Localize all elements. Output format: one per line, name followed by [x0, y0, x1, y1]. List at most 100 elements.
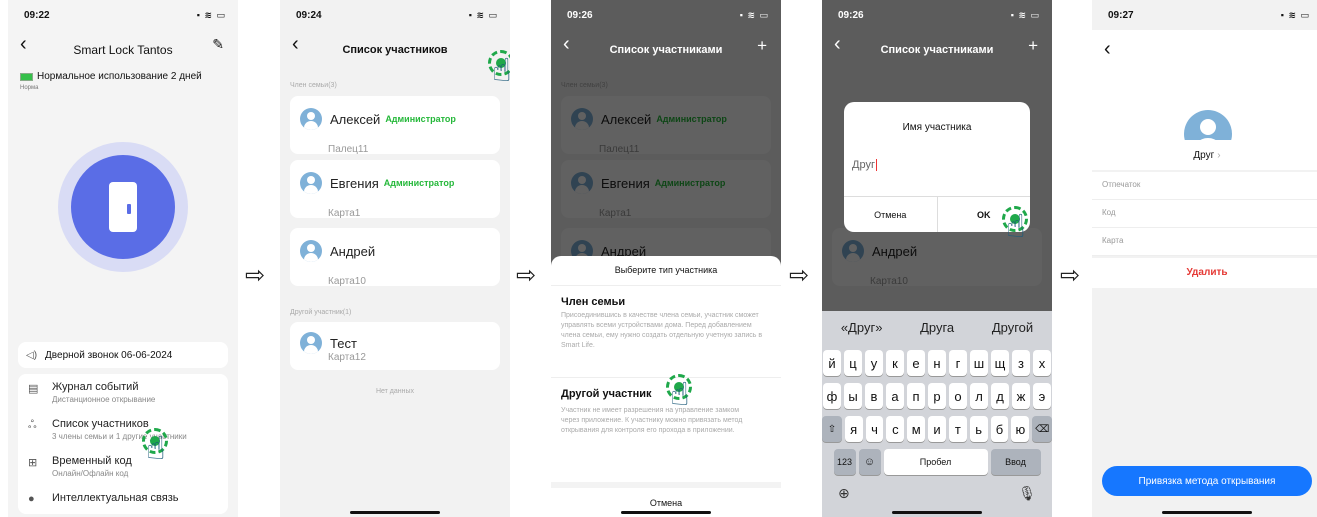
menu-item-smart-link[interactable]: ● Интеллектуальная связь: [18, 485, 228, 512]
option-family-member[interactable]: Член семьи Присоединившись в качестве чл…: [551, 286, 781, 378]
member-card[interactable]: Алексей Администратор Палец11: [290, 96, 500, 155]
key[interactable]: з: [1012, 350, 1030, 376]
member-name-input[interactable]: Друг: [852, 155, 1022, 175]
microphone-icon[interactable]: 🎙: [1018, 485, 1036, 502]
arrow-icon: ⇨: [516, 262, 537, 289]
key[interactable]: й: [823, 350, 841, 376]
edit-icon[interactable]: ✎: [212, 36, 224, 53]
key[interactable]: п: [907, 383, 925, 409]
member-card[interactable]: Андрей Карта10: [290, 228, 500, 287]
key[interactable]: э: [1033, 383, 1051, 409]
backspace-key-icon[interactable]: ⌫: [1032, 416, 1052, 442]
keyboard: «Друг» Друга Другой йцукенгшщзх фывапрол…: [822, 311, 1052, 517]
menu-item-title: Журнал событий: [52, 381, 139, 393]
suggestion-bar: «Друг» Друга Другой: [822, 311, 1052, 343]
page-title: Список участниками: [609, 44, 723, 56]
key[interactable]: м: [907, 416, 926, 442]
member-name: Друг: [1193, 149, 1215, 161]
key[interactable]: о: [949, 383, 967, 409]
smart-link-icon: ●: [28, 493, 35, 505]
suggestion[interactable]: Друга: [920, 320, 954, 335]
cancel-button[interactable]: Отмена: [844, 197, 938, 232]
key[interactable]: в: [865, 383, 883, 409]
screen-member-name-dialog: 09:26 ▪ ≋ ▭ ‹ Список участниками + Андре…: [822, 0, 1052, 517]
status-bar: 09:22 ▪ ≋ ▭: [8, 0, 238, 30]
status-icons: ▪ ≋ ▭: [739, 9, 769, 20]
member-sub: Карта12: [328, 352, 366, 363]
key[interactable]: т: [948, 416, 967, 442]
key[interactable]: с: [886, 416, 905, 442]
doorbell-text: Дверной звонок 06-06-2024: [45, 349, 173, 361]
member-name-row[interactable]: Друг ›: [1092, 140, 1317, 170]
key[interactable]: щ: [991, 350, 1009, 376]
lock-button[interactable]: [58, 142, 188, 272]
key[interactable]: ы: [844, 383, 862, 409]
temp-code-icon: ⊞: [28, 457, 38, 469]
status-bar: 09:27 ▪ ≋ ▭: [1092, 0, 1317, 30]
key[interactable]: ь: [969, 416, 988, 442]
text-cursor: [875, 159, 877, 171]
numbers-key[interactable]: 123: [833, 449, 856, 475]
member-card[interactable]: Евгения Администратор Карта1: [290, 160, 500, 219]
key[interactable]: д: [991, 383, 1009, 409]
chevron-right-icon: ›: [1217, 149, 1221, 161]
avatar: [300, 172, 322, 194]
battery-status: Нормальное использование 2 дней: [20, 71, 202, 82]
key[interactable]: х: [1033, 350, 1051, 376]
screen-member-detail: 09:27 ▪ ≋ ▭ ‹ Друг › Отпечаток Код Карта …: [1092, 0, 1317, 517]
method-card[interactable]: Карта: [1092, 228, 1317, 256]
enter-key[interactable]: Ввод: [990, 449, 1041, 475]
space-key[interactable]: Пробел: [883, 449, 988, 475]
key[interactable]: г: [949, 350, 967, 376]
member-sub: Палец11: [328, 144, 369, 155]
back-icon[interactable]: ‹: [834, 33, 841, 56]
menu-item-event-log[interactable]: ▤ Журнал событий Дистанционное открывание: [18, 374, 228, 411]
key[interactable]: ц: [844, 350, 862, 376]
key[interactable]: е: [907, 350, 925, 376]
key[interactable]: ж: [1012, 383, 1030, 409]
key[interactable]: ш: [970, 350, 988, 376]
member-name: Евгения: [330, 175, 379, 191]
key[interactable]: ч: [865, 416, 884, 442]
emoji-key-icon[interactable]: ☺: [858, 449, 881, 475]
key[interactable]: л: [970, 383, 988, 409]
key[interactable]: у: [865, 350, 883, 376]
back-icon[interactable]: ‹: [292, 33, 299, 56]
key[interactable]: ф: [823, 383, 841, 409]
dialog-title: Имя участника: [902, 122, 972, 133]
method-code[interactable]: Код: [1092, 200, 1317, 228]
key[interactable]: а: [886, 383, 904, 409]
key[interactable]: ю: [1011, 416, 1030, 442]
back-icon[interactable]: ‹: [563, 33, 570, 56]
key[interactable]: и: [928, 416, 946, 442]
menu-item-members[interactable]: ஃ Список участников 3 члены семьи и 1 дру…: [18, 411, 228, 448]
menu-item-title: Интеллектуальная связь: [52, 492, 179, 504]
method-fingerprint[interactable]: Отпечаток: [1092, 172, 1317, 200]
option-desc: Присоединившись в качестве члена семьи, …: [561, 312, 763, 349]
tap-hand-icon: ☝: [488, 50, 510, 90]
add-icon[interactable]: +: [757, 36, 767, 56]
status-icons: ▪ ≋ ▭: [1280, 9, 1310, 20]
add-icon[interactable]: +: [1028, 36, 1038, 56]
key[interactable]: н: [928, 350, 946, 376]
key[interactable]: я: [844, 416, 863, 442]
status-time: 09:26: [567, 9, 593, 21]
back-icon[interactable]: ‹: [20, 33, 27, 56]
key[interactable]: р: [928, 383, 946, 409]
key[interactable]: к: [886, 350, 904, 376]
arrow-icon: ⇨: [245, 262, 266, 289]
menu-item-temp-code[interactable]: ⊞ Временный код Онлайн/Офлайн код: [18, 448, 228, 485]
globe-icon[interactable]: ⊕: [838, 485, 850, 502]
delete-button[interactable]: Удалить: [1092, 258, 1317, 288]
unlock-method-list: Отпечаток Код Карта: [1092, 172, 1317, 256]
shift-key-icon[interactable]: ⇧: [822, 416, 842, 442]
member-card[interactable]: Тест Карта12: [290, 322, 500, 370]
suggestion[interactable]: «Друг»: [841, 320, 883, 335]
suggestion[interactable]: Другой: [992, 320, 1033, 335]
avatar: [300, 240, 322, 262]
key[interactable]: б: [990, 416, 1009, 442]
bind-unlock-method-button[interactable]: Привязка метода открывания: [1102, 466, 1312, 496]
back-icon[interactable]: ‹: [1104, 38, 1111, 61]
home-indicator: [621, 511, 711, 514]
doorbell-row[interactable]: ◁) Дверной звонок 06-06-2024: [18, 342, 228, 368]
